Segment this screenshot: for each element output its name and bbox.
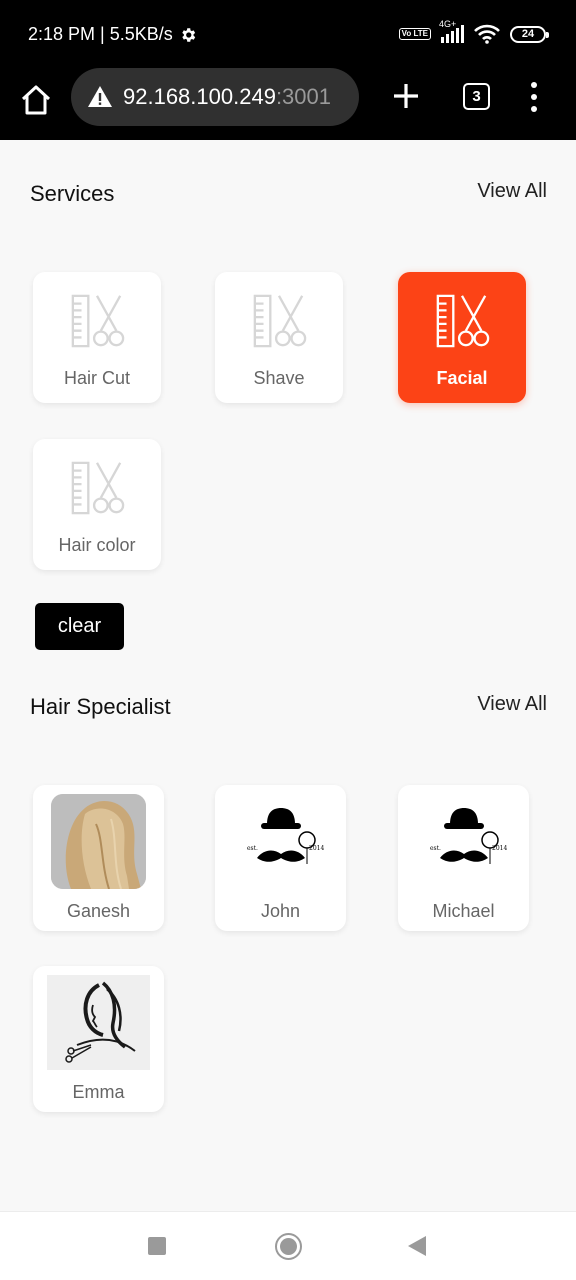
specialists-title: Hair Specialist — [30, 694, 171, 719]
avatar — [47, 975, 150, 1070]
service-card-hair-cut[interactable]: Hair Cut — [33, 272, 161, 403]
comb-scissors-icon — [71, 294, 125, 348]
browser-toolbar: 92.168.100.249 :3001 3 — [0, 68, 576, 140]
avatar — [51, 794, 146, 889]
moustache-hat-logo: est. 2014 — [430, 808, 507, 864]
status-left: 2:18 PM | 5.5KB/s — [28, 24, 197, 45]
specialist-card-michael[interactable]: est. 2014 Michael — [398, 785, 529, 931]
logo-year-text: 2014 — [492, 845, 507, 852]
comb-scissors-icon — [436, 294, 490, 348]
back-triangle-icon[interactable] — [408, 1236, 426, 1256]
system-nav-bar — [0, 1211, 576, 1280]
service-label: Hair Cut — [63, 368, 130, 388]
service-label: Hair color — [58, 535, 136, 555]
status-right: Vo LTE 4G+ 24 — [398, 19, 549, 44]
wifi-icon — [474, 24, 500, 44]
url-port: :3001 — [275, 84, 331, 109]
warning-icon[interactable] — [87, 84, 113, 110]
url-host: 92.168.100.249 — [123, 84, 276, 109]
status-time-speed: 2:18 PM | 5.5KB/s — [28, 24, 173, 44]
more-vert-icon[interactable] — [528, 82, 540, 112]
address-bar[interactable]: 92.168.100.249 :3001 — [71, 68, 359, 126]
service-label: Shave — [253, 368, 305, 388]
specialist-name: Michael — [432, 901, 495, 921]
recents-square-icon[interactable] — [148, 1237, 166, 1255]
comb-scissors-icon — [253, 294, 307, 348]
battery-icon: 24 — [510, 25, 549, 43]
specialist-card-john[interactable]: est. 2014 John — [215, 785, 346, 931]
specialist-card-ganesh[interactable]: Ganesh — [33, 785, 164, 931]
comb-scissors-icon — [71, 461, 125, 515]
service-card-shave[interactable]: Shave — [215, 272, 343, 403]
volte-icon: Vo LTE — [398, 28, 431, 40]
moustache-hat-logo: est. 2014 — [247, 808, 324, 864]
home-circle-icon[interactable] — [275, 1233, 302, 1260]
signal-icon: 4G+ — [439, 19, 464, 43]
specialist-name: John — [260, 901, 301, 921]
logo-est-text: est. — [430, 845, 441, 852]
services-view-all-link[interactable]: View All — [477, 180, 547, 203]
specialist-card-emma[interactable]: Emma — [33, 966, 164, 1112]
service-label: Facial — [436, 368, 488, 388]
logo-year-text: 2014 — [309, 845, 324, 852]
tabs-button[interactable]: 3 — [463, 83, 490, 110]
hair-photo — [51, 794, 146, 889]
woman-silhouette-logo — [47, 975, 150, 1070]
avatar: est. 2014 — [233, 794, 328, 889]
specialist-name: Emma — [72, 1082, 125, 1102]
home-icon[interactable] — [18, 82, 54, 118]
status-bar: 2:18 PM | 5.5KB/s Vo LTE 4G+ 24 — [0, 0, 576, 68]
specialists-view-all-link[interactable]: View All — [477, 693, 547, 716]
logo-est-text: est. — [247, 845, 258, 852]
clear-button[interactable]: clear — [35, 603, 124, 650]
plus-icon[interactable] — [390, 80, 422, 112]
services-title: Services — [30, 181, 115, 206]
specialist-name: Ganesh — [66, 901, 131, 921]
service-card-facial[interactable]: Facial — [398, 272, 526, 403]
service-card-hair-color[interactable]: Hair color — [33, 439, 161, 570]
avatar: est. 2014 — [416, 794, 511, 889]
network-label: 4G+ — [439, 19, 457, 29]
gear-icon — [182, 27, 195, 42]
